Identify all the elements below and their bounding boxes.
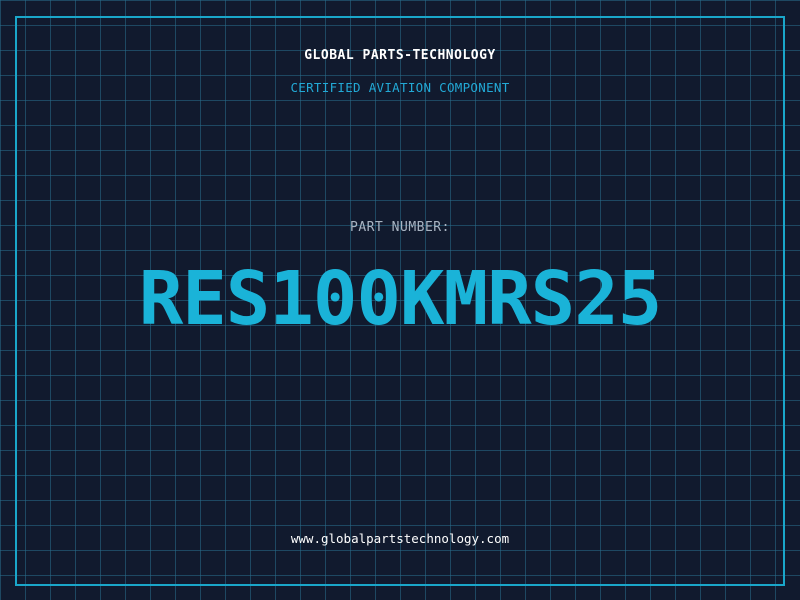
- website-url: www.globalpartstechnology.com: [290, 531, 510, 546]
- brand-tagline: CERTIFIED AVIATION COMPONENT: [290, 80, 510, 95]
- part-number-value: RES100KMRS25: [138, 256, 663, 342]
- brand-title: GLOBAL PARTS-TECHNOLOGY: [304, 48, 496, 63]
- part-number-label: PART NUMBER:: [350, 220, 450, 235]
